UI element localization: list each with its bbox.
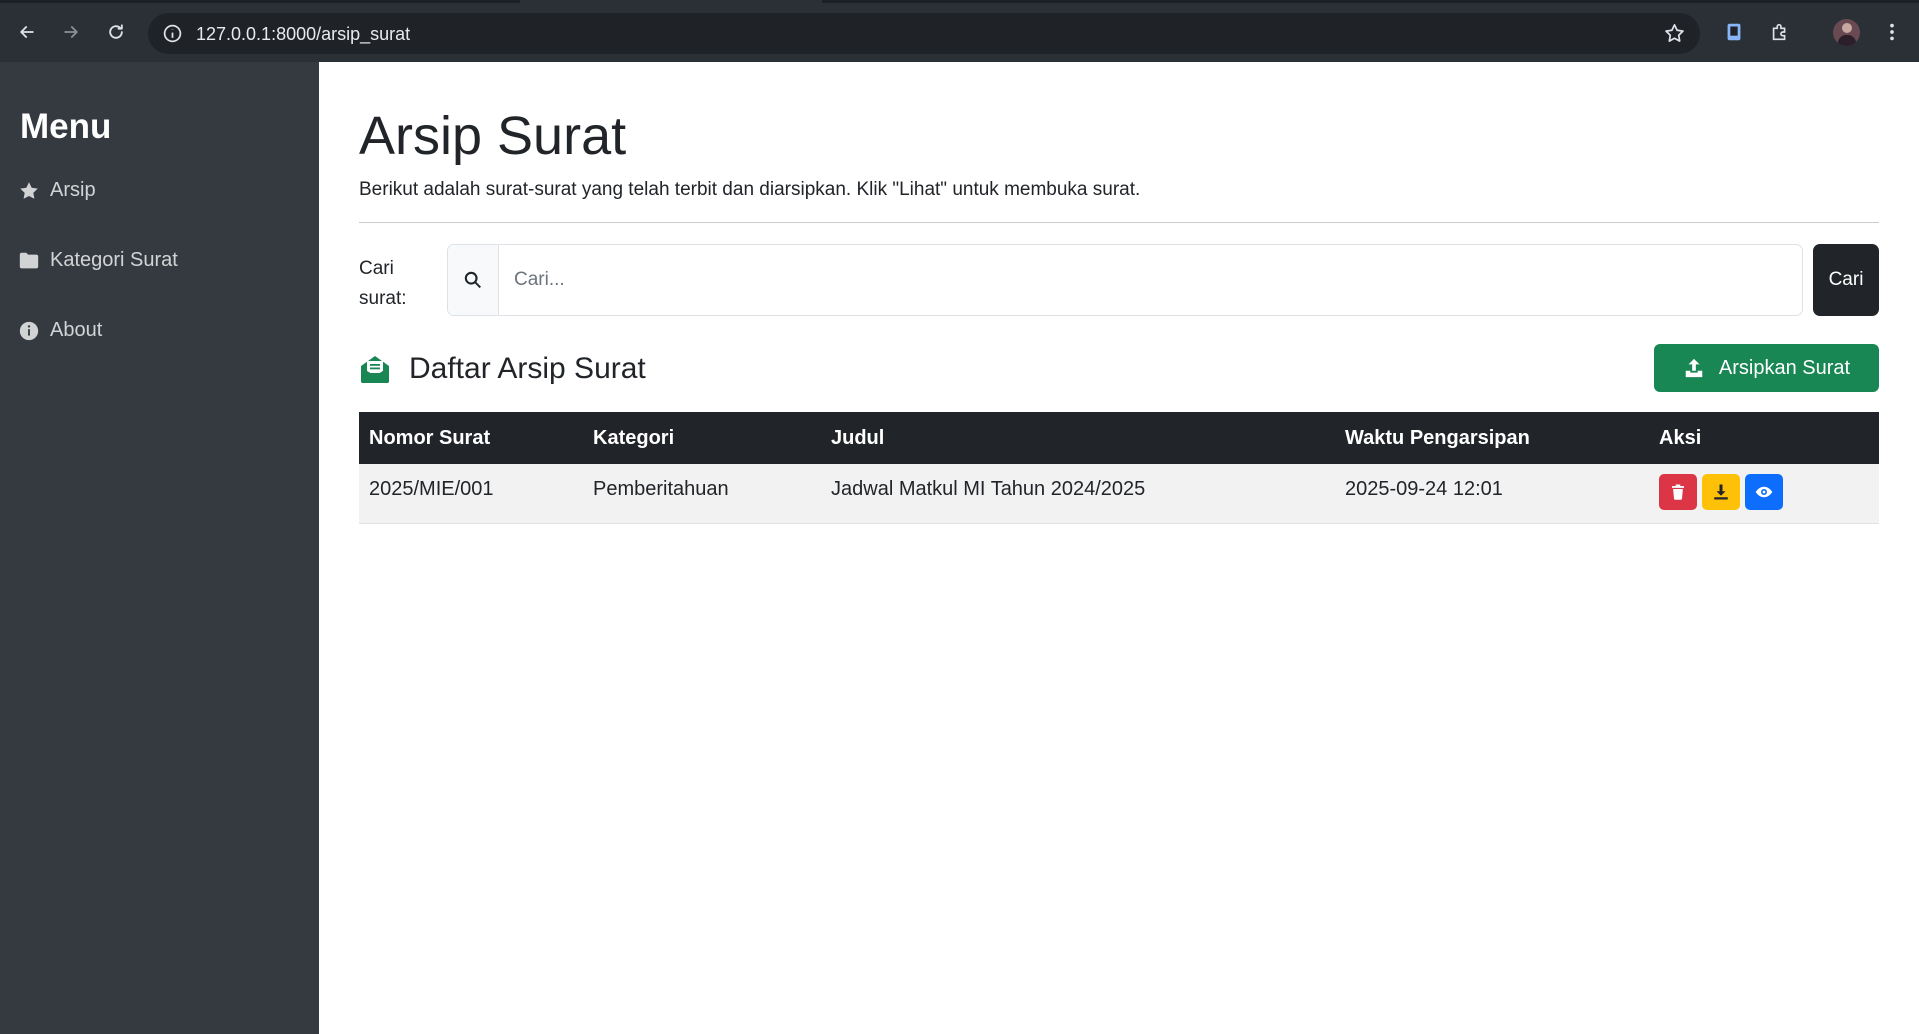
search-input[interactable]	[499, 245, 1802, 315]
back-button[interactable]	[12, 17, 42, 47]
search-button[interactable]: Cari	[1813, 244, 1879, 316]
cell-aksi	[1649, 464, 1879, 523]
folder-icon	[19, 252, 39, 268]
sidebar-item-label: About	[50, 319, 103, 341]
section-title: Daftar Arsip Surat	[409, 352, 646, 385]
forward-button[interactable]	[56, 17, 86, 47]
search-label: Cari surat:	[359, 258, 407, 309]
trash-icon	[1672, 484, 1684, 500]
browser-toolbar: 127.0.0.1:8000/arsip_surat	[0, 0, 1919, 62]
url-text[interactable]: 127.0.0.1:8000/arsip_surat	[196, 24, 410, 45]
action-buttons	[1659, 474, 1879, 510]
view-button[interactable]	[1745, 474, 1783, 510]
site-info-icon[interactable]	[162, 23, 183, 44]
cell-judul: Jadwal Matkul MI Tahun 2024/2025	[831, 478, 1146, 500]
arrow-left-icon	[20, 26, 34, 38]
sidebar-title: Menu	[20, 107, 112, 146]
table-row: 2025/MIE/001 Pemberitahuan Jadwal Matkul…	[359, 464, 1879, 523]
reload-icon	[109, 24, 123, 39]
download-icon	[1714, 484, 1728, 500]
bookmark-star-icon[interactable]	[1663, 22, 1686, 45]
book-icon	[1727, 23, 1741, 41]
arrow-right-icon	[64, 26, 78, 38]
info-icon	[19, 321, 39, 340]
reload-button[interactable]	[101, 17, 131, 47]
sidebar-item-arsip[interactable]: Arsip	[18, 179, 96, 202]
arsipkan-surat-button[interactable]: Arsipkan Surat	[1654, 344, 1879, 392]
divider	[359, 222, 1879, 223]
sidebar: Menu Arsip Kategori Surat About	[0, 62, 319, 1034]
archive-table: Nomor Surat Kategori Judul Waktu Pengars…	[359, 412, 1879, 524]
cell-nomor-surat: 2025/MIE/001	[369, 478, 494, 500]
header-nomor-surat: Nomor Surat	[369, 426, 491, 449]
address-bar[interactable]: 127.0.0.1:8000/arsip_surat	[148, 13, 1700, 54]
star-icon	[20, 181, 38, 199]
tab-edge	[0, 0, 520, 3]
sidebar-item-label: Arsip	[50, 179, 96, 201]
header-judul: Judul	[831, 426, 885, 449]
more-vertical-icon	[1890, 23, 1894, 41]
upload-button-label: Arsipkan Surat	[1718, 356, 1851, 379]
eye-icon	[1755, 486, 1773, 498]
upload-icon	[1685, 358, 1703, 378]
delete-button[interactable]	[1659, 474, 1697, 510]
table-header-row: Nomor Surat Kategori Judul Waktu Pengars…	[359, 412, 1879, 464]
sidebar-item-label: Kategori Surat	[50, 249, 178, 271]
page-title: Arsip Surat	[359, 106, 627, 166]
search-group	[447, 244, 1803, 316]
header-kategori: Kategori	[593, 426, 675, 449]
sidebar-item-about[interactable]: About	[18, 319, 102, 342]
envelope-open-icon	[361, 356, 389, 383]
main-content: Arsip Surat Berikut adalah surat-surat y…	[319, 62, 1919, 1034]
search-addon	[448, 245, 499, 315]
cell-kategori: Pemberitahuan	[593, 478, 729, 500]
page-subtitle: Berikut adalah surat-surat yang telah te…	[359, 179, 1141, 200]
header-aksi: Aksi	[1659, 426, 1702, 449]
section-header: Daftar Arsip Surat	[359, 352, 646, 386]
tab-edge	[822, 0, 1919, 3]
search-icon	[464, 271, 481, 289]
extensions-button[interactable]	[1766, 18, 1794, 46]
header-waktu-pengarsipan: Waktu Pengarsipan	[1345, 426, 1530, 449]
download-button[interactable]	[1702, 474, 1740, 510]
browser-menu-button[interactable]	[1878, 18, 1906, 46]
reading-list-button[interactable]	[1720, 18, 1748, 46]
cell-waktu: 2025-09-24 12:01	[1345, 478, 1503, 500]
sidebar-item-kategori-surat[interactable]: Kategori Surat	[18, 249, 178, 272]
profile-avatar[interactable]	[1833, 19, 1860, 46]
puzzle-icon	[1772, 23, 1786, 41]
